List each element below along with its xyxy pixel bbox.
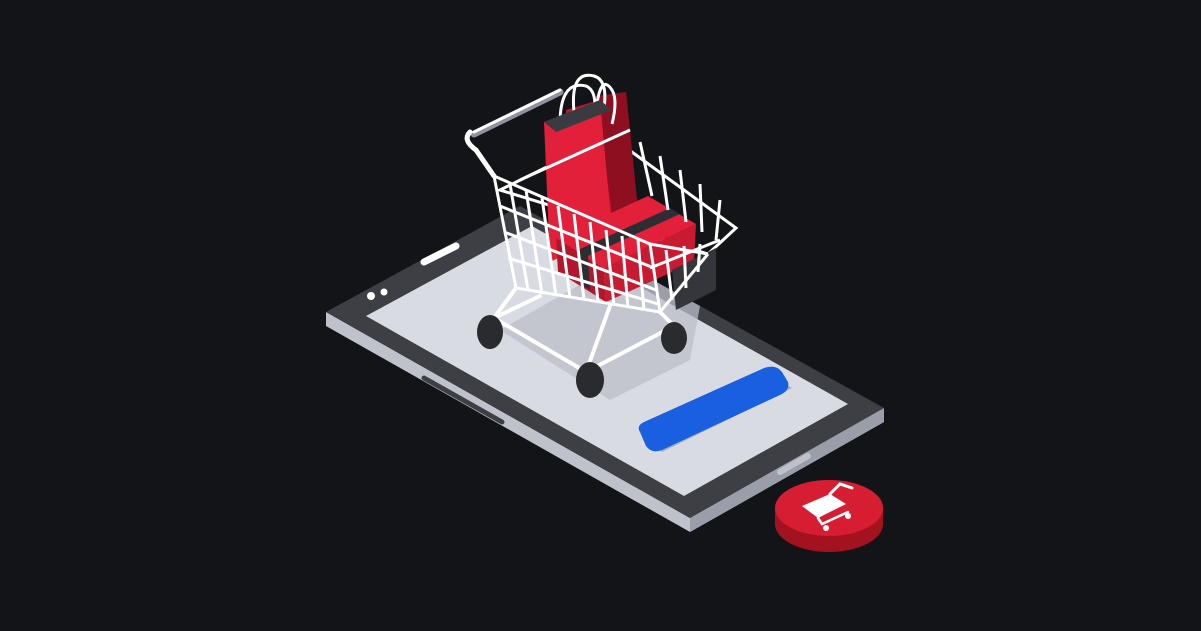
phone-camera-dot (367, 292, 375, 300)
ecommerce-illustration (0, 0, 1201, 631)
illustration-canvas (326, 73, 884, 552)
cart-wheel-left (477, 315, 503, 349)
cart-wheel-right (661, 322, 687, 354)
cart-handle-grip (464, 129, 497, 179)
cart-badge-icon (775, 480, 883, 552)
phone-sensor-dot (380, 288, 388, 296)
cart-wheel-front (576, 362, 604, 398)
